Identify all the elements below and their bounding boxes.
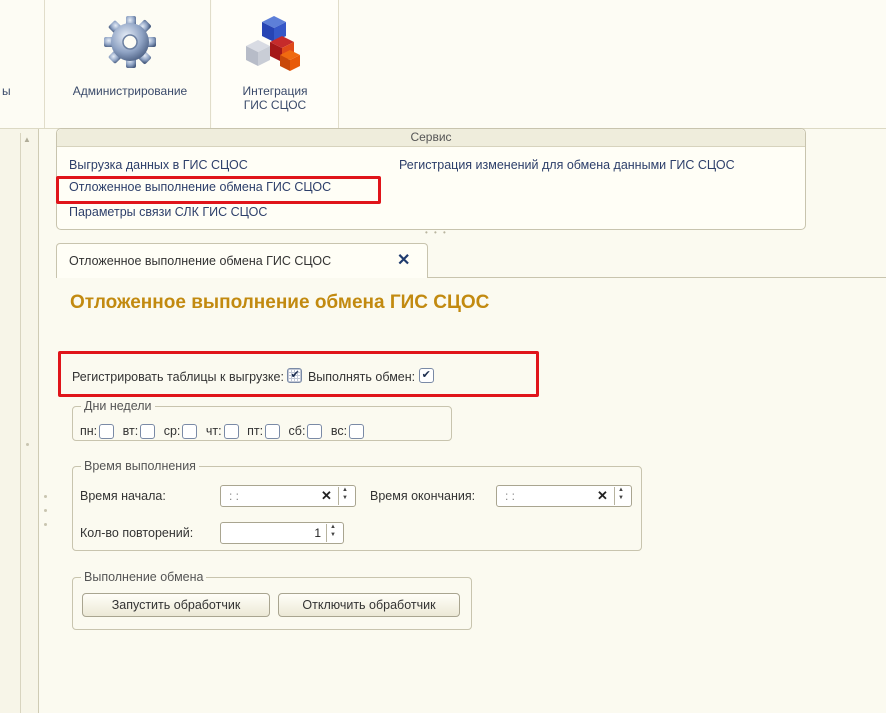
start-handler-button[interactable]: Запустить обработчик	[82, 593, 270, 617]
splitter-grip-icon	[44, 523, 47, 526]
link-connection-params[interactable]: Параметры связи СЛК ГИС СЦОС	[69, 204, 267, 220]
flags-row: Регистрировать таблицы к выгрузке: Выпол…	[72, 368, 434, 384]
section-divider	[44, 0, 45, 128]
repeat-count-value: 1	[314, 526, 321, 540]
panel-resize-grip-icon[interactable]: • • •	[425, 228, 448, 237]
scroll-up-arrow-icon[interactable]: ▲	[23, 135, 31, 144]
day-label: вт:	[122, 424, 139, 438]
section-cut-off[interactable]: ы	[0, 0, 40, 128]
tab-label: Отложенное выполнение обмена ГИС СЦОС	[69, 254, 332, 268]
day-label: чт:	[205, 424, 222, 438]
stepper-icon[interactable]	[338, 487, 353, 505]
day-label: сб:	[288, 424, 306, 438]
day-checkbox[interactable]	[349, 424, 365, 439]
day-label: вс:	[330, 424, 348, 438]
section-gis-integration[interactable]: Интеграция ГИС СЦОС	[212, 0, 338, 128]
day-checkbox[interactable]	[182, 424, 198, 439]
end-time-value: : :	[505, 489, 516, 503]
day-mon: пн:	[80, 424, 115, 439]
day-wed: ср:	[164, 424, 198, 439]
tab-strip: Отложенное выполнение обмена ГИС СЦОС ✕	[56, 243, 886, 278]
clear-icon[interactable]: ✕	[597, 488, 608, 504]
highlight-box	[56, 176, 381, 204]
perform-exchange-checkbox[interactable]	[418, 368, 434, 383]
section-label: Интеграция ГИС СЦОС	[212, 84, 338, 112]
link-change-registration[interactable]: Регистрация изменений для обмена данными…	[399, 157, 735, 173]
section-administration[interactable]: Администрирование	[52, 0, 208, 128]
day-checkbox[interactable]	[307, 424, 323, 439]
splitter-grip-icon	[44, 495, 47, 498]
sidebar-grip-icon	[26, 443, 29, 446]
day-checkbox[interactable]	[265, 424, 281, 439]
left-sidebar: ▲	[0, 129, 47, 713]
register-tables-label: Регистрировать таблицы к выгрузке:	[72, 370, 284, 384]
day-sun: вс:	[330, 424, 365, 439]
day-sat: сб:	[289, 424, 323, 439]
day-checkbox[interactable]	[223, 424, 239, 439]
register-tables-checkbox[interactable]	[287, 368, 303, 383]
day-label: пт:	[247, 424, 264, 438]
clear-icon[interactable]: ✕	[321, 488, 332, 504]
section-label-line2: ГИС СЦОС	[243, 98, 307, 112]
end-time-field[interactable]: : : ✕	[496, 485, 632, 507]
link-export-data[interactable]: Выгрузка данных в ГИС СЦОС	[69, 157, 248, 173]
repeat-count-label: Кол-во повторений:	[80, 526, 194, 540]
execution-time-legend: Время выполнения	[84, 459, 196, 473]
cubes-icon	[246, 16, 300, 71]
exchange-execution-legend: Выполнение обмена	[84, 570, 204, 584]
day-fri: пт:	[247, 424, 281, 439]
stepper-icon[interactable]	[326, 524, 341, 542]
day-label: пн:	[80, 424, 98, 438]
day-thu: чт:	[206, 424, 239, 439]
perform-exchange-label: Выполнять обмен:	[307, 370, 416, 384]
day-label: ср:	[163, 424, 181, 438]
gear-icon	[104, 16, 156, 68]
page-title: Отложенное выполнение обмена ГИС СЦОС	[70, 292, 490, 313]
tab-deferred-exchange[interactable]: Отложенное выполнение обмена ГИС СЦОС ✕	[56, 243, 428, 278]
section-label: Администрирование	[72, 84, 188, 98]
day-tue: вт:	[123, 424, 156, 439]
day-checkbox[interactable]	[99, 424, 115, 439]
start-time-value: : :	[229, 489, 240, 503]
repeat-count-field[interactable]: 1	[220, 522, 344, 544]
stepper-icon[interactable]	[614, 487, 629, 505]
service-header: Сервис	[57, 129, 805, 147]
end-time-label: Время окончания:	[370, 489, 476, 503]
sidebar-scrollbar[interactable]: ▲	[20, 133, 35, 713]
section-divider	[338, 0, 339, 128]
sections-panel: ы Администрирование Интеграция ГИС СЦОС	[0, 0, 886, 129]
weekdays-row: пн: вт: ср: чт: пт: сб: вс:	[80, 424, 369, 439]
day-checkbox[interactable]	[140, 424, 156, 439]
start-time-field[interactable]: : : ✕	[220, 485, 356, 507]
stop-handler-button[interactable]: Отключить обработчик	[278, 593, 460, 617]
weekdays-legend: Дни недели	[84, 399, 152, 413]
section-cut-label: ы	[2, 84, 11, 98]
section-divider	[210, 0, 211, 128]
close-icon[interactable]: ✕	[397, 250, 410, 270]
splitter-grip-icon	[44, 509, 47, 512]
section-label-line1: Интеграция	[242, 84, 308, 98]
start-time-label: Время начала:	[80, 489, 166, 503]
